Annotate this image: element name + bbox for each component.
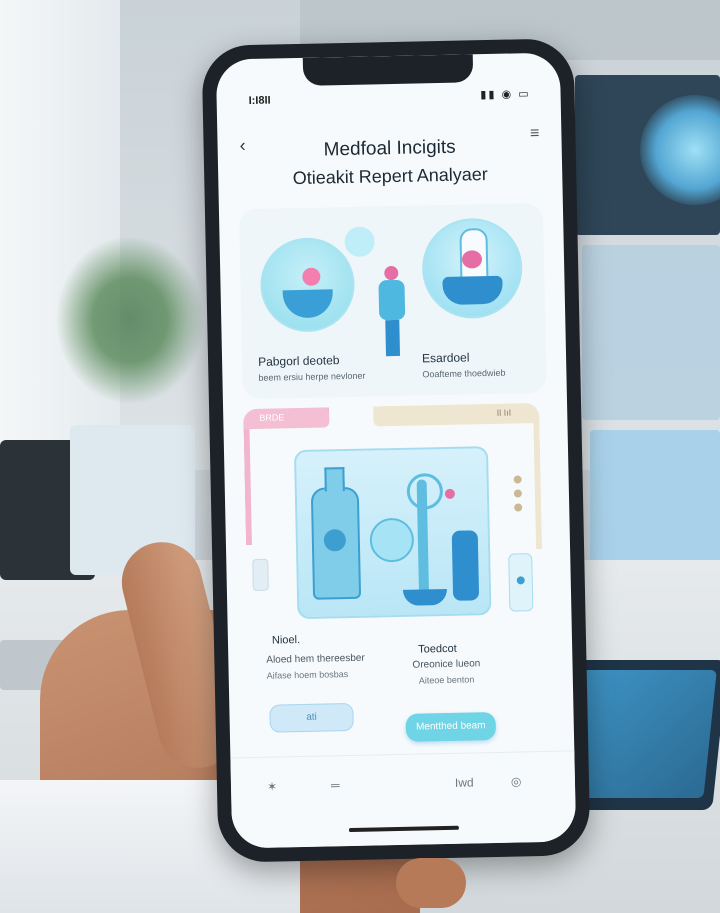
bubble-icon <box>344 226 375 258</box>
info-right-line1: Oreonice lueon <box>412 658 481 671</box>
side-control-left[interactable] <box>252 558 269 592</box>
report-panel[interactable]: BRDE Il IıI <box>243 402 552 629</box>
beige-tab[interactable]: Il IıI <box>373 402 540 427</box>
disc-icon <box>369 517 415 563</box>
tab-list-icon[interactable]: ═ <box>331 778 340 792</box>
home-indicator <box>348 825 459 833</box>
pink-dot-icon <box>444 488 456 499</box>
tab-home-icon[interactable]: ✶ <box>267 780 277 794</box>
tab-profile-icon[interactable]: ◎ <box>511 774 522 788</box>
beige-tab-label: Il IıI <box>496 407 512 418</box>
doctor-illustration-icon <box>376 265 408 357</box>
primary-button[interactable]: Mentthed beam <box>405 711 497 742</box>
side-control-right[interactable] <box>508 553 534 612</box>
page-subtitle: Otieakit Repert Analyaer <box>292 164 488 189</box>
overview-card[interactable]: Pabgorl deoteb beem ersiu herpe nevloner… <box>238 202 547 400</box>
bottom-tab-bar: ✶ ═ Iwd ◎ <box>230 750 577 849</box>
phone-screen: I:I8II ▮▮ ◉ ▭ ‹ ≡ Medfoal Incigits Otiea… <box>215 52 577 849</box>
hand-finger <box>396 858 466 908</box>
info-left-line2: Aifase hoem bosbas <box>266 669 349 681</box>
lab-equipment-illustration <box>293 446 492 620</box>
phone-notch <box>302 54 474 86</box>
bottle-icon <box>310 486 362 600</box>
status-icons: ▮▮ ◉ ▭ <box>480 88 531 102</box>
scanner-illustration-icon <box>421 217 524 320</box>
status-time: I:I8II <box>248 94 271 108</box>
info-right-title: Toedcot <box>418 642 457 656</box>
card-sublabel-left: beem ersiu herpe nevloner <box>258 370 366 383</box>
pink-tab[interactable]: BRDE <box>243 407 330 430</box>
info-left-line1: Aloed hem thereesber <box>266 652 365 666</box>
lab-illustration-icon <box>259 236 356 333</box>
microscope-icon <box>416 479 430 600</box>
background-panel <box>582 245 720 420</box>
bowl-icon <box>402 588 448 606</box>
info-right-line2: Aiteoe benton <box>418 674 475 686</box>
background-plant <box>55 235 205 405</box>
menu-icon[interactable]: ≡ <box>530 125 540 143</box>
pink-tab-label: BRDE <box>259 412 285 423</box>
card-label-right: Esardoel <box>421 350 470 366</box>
background-monitor <box>575 75 720 235</box>
secondary-button[interactable]: ati <box>269 702 354 733</box>
phone: I:I8II ▮▮ ◉ ▭ ‹ ≡ Medfoal Incigits Otiea… <box>201 38 591 863</box>
page-title: Medfoal Incigits <box>323 136 456 161</box>
card-sublabel-right: Ooafteme thoedwieb <box>422 367 506 380</box>
card-label-left: Pabgorl deoteb <box>257 353 340 369</box>
side-dots-icon <box>510 469 525 539</box>
flask-icon <box>451 530 480 601</box>
tab-reports[interactable]: Iwd <box>455 775 474 789</box>
back-icon[interactable]: ‹ <box>239 135 245 156</box>
info-left-title: Nioel. <box>271 634 301 647</box>
